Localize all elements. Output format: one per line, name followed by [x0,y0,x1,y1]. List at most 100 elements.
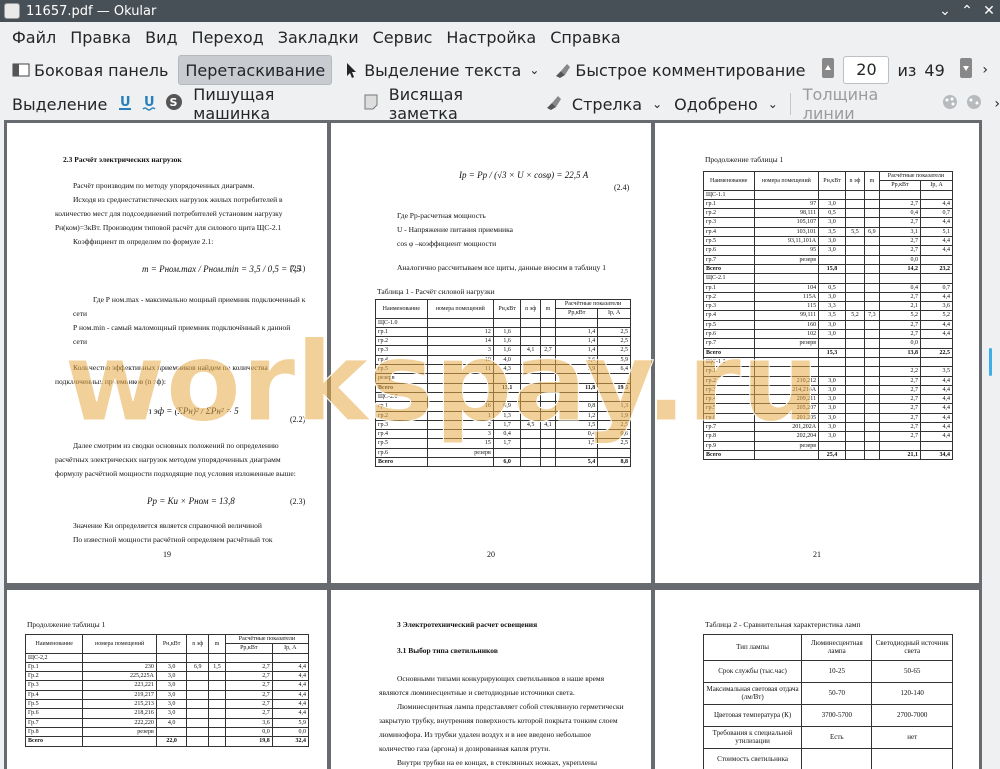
selection-tool-button[interactable]: Выделение [6,89,113,119]
text-line: являются люминесцентные и светодиодные и… [379,688,575,697]
table-cell [207,671,226,682]
menu-file[interactable]: Файл [6,28,62,47]
table-cell: 4,4 [271,699,310,710]
table-cell: 19,8 [224,736,273,747]
minimize-icon[interactable]: ⌃ [956,3,978,19]
next-page-icon[interactable] [959,57,973,83]
toolbar-overflow-icon[interactable]: › [982,62,988,78]
table-cell [520,410,541,421]
line-color-icon[interactable] [941,93,959,115]
table-cell [845,356,865,368]
table-cell: 1,6 [492,326,522,338]
toolbar2-overflow-icon[interactable]: › [994,96,1000,112]
toolbar-separator [789,93,791,115]
menu-go[interactable]: Переход [186,28,270,47]
table-row: гр.2 210,212 3,0 2,7 4,4 [703,375,953,386]
table-cell: 16 [426,401,494,412]
header-cell: Тип лампы [702,634,803,661]
pop-up-note-button[interactable]: Висящая заметка [383,85,540,123]
title-bar: 11657.pdf — Okular ⌄ ⌃ ✕ [0,0,1000,22]
table-cell: резерв [426,447,494,459]
underline-icon[interactable]: U [117,93,133,115]
table-cell: 2,7 [878,384,922,396]
table-row: Всего 15,8 14,2 23,2 [703,263,953,275]
table-cell [863,403,880,414]
table-row: Гр.4 219,217 3,0 2,7 4,4 [24,689,310,701]
header-cell: Светодиодный источник света [871,634,953,661]
okular-app-icon [4,3,20,19]
window-menu-icon[interactable]: ⌄ [934,3,956,19]
document-view[interactable]: 2.3 Расчёт электрических нагрузок Расчёт… [4,120,982,769]
table-cell [845,366,865,377]
stamp-approved-button[interactable]: Одобрено ⌄ [668,89,784,119]
table-cell: гр.5 [703,236,755,247]
table-cell: 3,6 [555,354,599,366]
table-row: Гр.2 225,225А 3,0 2,7 4,4 [24,671,310,682]
table-cell: гр.7 [703,338,755,349]
formula-2-1: m = Pном.max / Pном.min = 3,5 / 0,5 = 7,… [142,264,301,274]
table-cell [818,254,846,265]
line-width-button[interactable]: Толщина линии [797,85,939,123]
table-cell: 19,5 [597,382,631,393]
quick-comment-button[interactable]: Быстрое комментирование [547,55,811,85]
table-cell: 4,0 [155,717,188,728]
table-cell [863,329,880,340]
previous-page-icon[interactable] [821,57,835,83]
load-table: Наименование номера помещений Рн,кВт n эф m Р… [375,298,631,468]
drag-mode-button[interactable]: Перетаскивание [178,55,333,85]
table-cell [871,748,953,769]
table-cell: гр.1 [703,366,755,377]
menu-settings[interactable]: Настройка [440,28,542,47]
table-cell: 0,6 [597,429,631,440]
chevron-down-icon[interactable]: ⌄ [652,97,662,111]
typewriter-button[interactable]: Пишущая машинка [187,85,358,123]
text-line: люминофора. Из трубки удален воздух и в … [379,730,592,739]
table-cell: 5,2 [920,310,953,321]
menu-view[interactable]: Вид [139,28,183,47]
table-cell: 13,8 [878,347,922,358]
menu-edit[interactable]: Правка [64,28,137,47]
text-selection-button[interactable]: Выделение текста ⌄ [336,55,545,85]
text-line: Внутри трубки на ее концах, в стеклянных… [397,758,598,767]
squiggly-underline-icon[interactable]: U [141,93,157,115]
table-cell [863,421,880,433]
arrow-tool-button[interactable]: Стрелка ⌄ [566,89,668,119]
table-cell [818,366,846,377]
table-cell: 3,0 [818,412,846,424]
table-cell: 0,4 [878,208,922,219]
strikeout-icon[interactable]: S [165,93,183,115]
page-24: Таблица 2 - Сравнительная характеристика… [655,590,979,769]
table-cell: 1,9 [597,410,631,421]
close-icon[interactable]: ✕ [978,3,1000,19]
chevron-down-icon[interactable]: ⌄ [768,97,778,111]
table-cell: 1,6 [492,336,522,347]
sidebar-button[interactable]: Боковая панель [6,55,174,85]
scrollbar-thumb[interactable] [989,348,992,376]
page-number-input[interactable]: 20 [843,56,890,84]
table-cell: 4,4 [271,708,310,719]
fill-color-icon[interactable] [965,93,983,115]
note-icon[interactable] [363,93,379,115]
table-row: гр.6 95 3,0 2,7 4,4 [703,245,953,256]
table-cell: резерв [753,254,820,265]
load-table-continued: Наименование номера помещений Рн,кВт n эф m Р… [703,170,954,461]
table-cell: ЩС-1.0 [375,317,428,328]
table-cell [753,356,820,368]
table-cell: 4,3 [492,364,522,375]
table-cell: 0,0 [224,726,273,738]
table-cell: 4,4 [920,198,953,210]
table-cell: Есть [801,726,873,749]
table-cell: 218,216 [82,708,157,719]
menu-tools[interactable]: Сервис [367,28,439,47]
table-cell: гр.3 [703,217,755,228]
text-line: По известной мощности расчётной определя… [73,535,273,544]
vertical-scrollbar[interactable] [982,120,1000,769]
text-line: Далее смотрим из сводки основных положен… [73,441,279,450]
menu-bookmarks[interactable]: Закладки [272,28,365,47]
menu-help[interactable]: Справка [544,28,627,47]
arrow-tool-icon[interactable] [544,93,562,115]
table-cell: 3,0 [818,375,846,386]
table-cell [555,447,599,459]
table-row: Всего 15,3 13,8 22,5 [703,347,953,358]
chevron-down-icon[interactable]: ⌄ [529,63,539,77]
